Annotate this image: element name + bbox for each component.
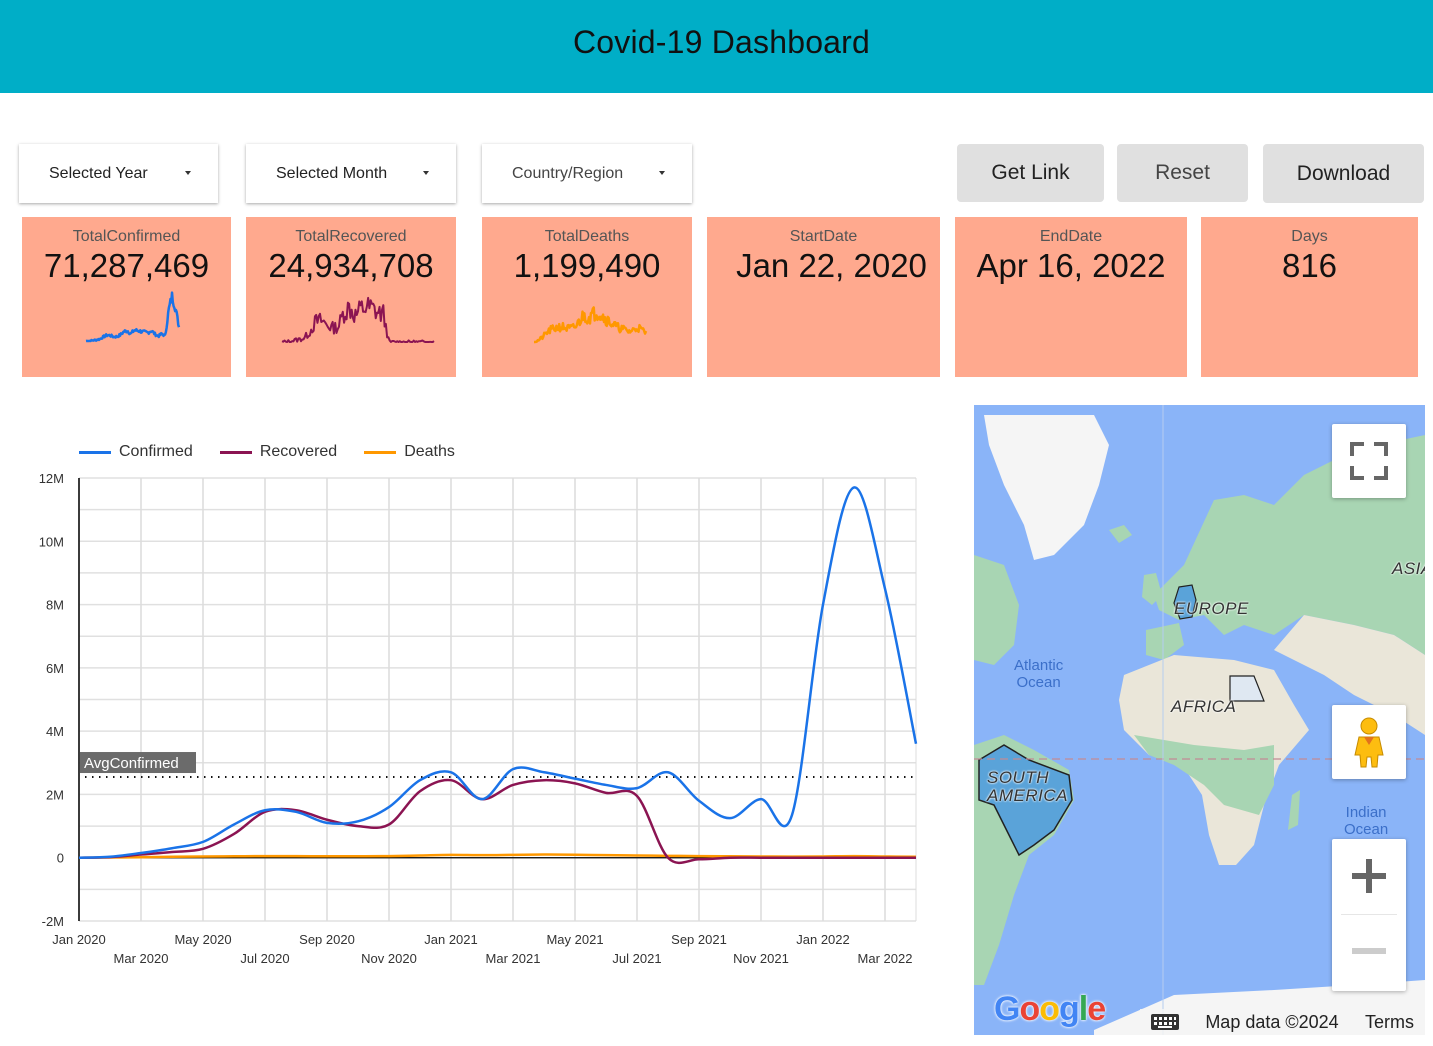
x-tick-label: Sep 2020 bbox=[299, 932, 355, 947]
iberia-landmass bbox=[1146, 623, 1184, 660]
google-logo: Google bbox=[994, 990, 1106, 1028]
legend-item-confirmed[interactable]: Confirmed bbox=[79, 443, 193, 461]
chart-legend: Confirmed Recovered Deaths bbox=[79, 443, 482, 461]
keyboard-icon bbox=[1151, 1014, 1179, 1030]
minus-icon bbox=[1352, 948, 1386, 954]
x-tick-label: Nov 2021 bbox=[733, 951, 789, 966]
country-region-label: Country/Region bbox=[512, 164, 624, 182]
y-tick-label: 4M bbox=[46, 724, 64, 739]
caret-down-icon bbox=[423, 171, 429, 175]
x-tick-label: Mar 2022 bbox=[858, 951, 913, 966]
south-america-label: SOUTH AMERICA bbox=[987, 768, 1068, 805]
legend-swatch bbox=[79, 450, 111, 454]
kpi-value: Jan 22, 2020 bbox=[736, 247, 927, 284]
country-region-dropdown[interactable]: Country/Region bbox=[482, 144, 692, 203]
x-tick-label: Jan 2022 bbox=[796, 932, 850, 947]
atlantic-ocean-label: Atlantic Ocean bbox=[1014, 657, 1064, 691]
deaths-sparkline bbox=[533, 306, 648, 344]
madagascar-landmass bbox=[1288, 790, 1300, 830]
terms-link[interactable]: Terms bbox=[1354, 1009, 1425, 1035]
plus-icon bbox=[1352, 859, 1386, 893]
kpi-label: EndDate bbox=[1039, 228, 1103, 245]
selected-year-dropdown[interactable]: Selected Year bbox=[19, 144, 218, 203]
legend-swatch bbox=[219, 450, 252, 454]
geo-map[interactable]: Atlantic Ocean Indian Ocean EUROPE AFRICA … bbox=[974, 405, 1425, 1035]
selected-year-label: Selected Year bbox=[49, 164, 148, 182]
fullscreen-button[interactable] bbox=[1332, 424, 1406, 498]
avg-confirmed-label-bg bbox=[80, 752, 196, 774]
caret-down-icon bbox=[185, 171, 191, 175]
zoom-in-button[interactable] bbox=[1332, 839, 1406, 913]
selected-month-dropdown[interactable]: Selected Month bbox=[246, 144, 456, 203]
legend-label: Confirmed bbox=[119, 443, 193, 460]
y-tick-label: 12M bbox=[39, 471, 64, 486]
confirmed-sparkline bbox=[85, 291, 181, 343]
africa-label: AFRICA bbox=[1171, 697, 1237, 716]
avg-confirmed-label: AvgConfirmed bbox=[84, 755, 179, 772]
y-tick-label: 6M bbox=[46, 661, 64, 676]
x-tick-label: Mar 2020 bbox=[114, 951, 169, 966]
caret-down-icon bbox=[659, 171, 665, 175]
kpi-total-confirmed: TotalConfirmed 71,287,469 bbox=[22, 217, 231, 377]
get-link-button[interactable]: Get Link bbox=[957, 144, 1104, 202]
zoom-controls bbox=[1332, 839, 1406, 991]
kpi-end-date: EndDate Apr 16, 2022 bbox=[955, 217, 1187, 377]
canada-landmass bbox=[974, 555, 1019, 665]
page-title: Covid-19 Dashboard bbox=[572, 24, 871, 60]
zoom-out-button[interactable] bbox=[1332, 916, 1406, 990]
download-button[interactable]: Download bbox=[1263, 144, 1424, 203]
kpi-label: Days bbox=[1291, 228, 1328, 245]
x-tick-label: May 2020 bbox=[174, 932, 231, 947]
legend-label: Recovered bbox=[259, 443, 338, 460]
legend-item-recovered[interactable]: Recovered bbox=[219, 443, 338, 461]
y-tick-label: 2M bbox=[46, 787, 64, 802]
y-tick-label: 10M bbox=[39, 534, 64, 549]
keyboard-shortcuts-button[interactable] bbox=[1140, 1009, 1190, 1035]
greenland-landmass bbox=[984, 415, 1109, 560]
series-line-deaths bbox=[78, 853, 917, 859]
x-tick-label: May 2021 bbox=[546, 932, 603, 947]
indian-ocean-label: Indian Ocean bbox=[1344, 804, 1389, 838]
kpi-days: Days 816 bbox=[1201, 217, 1418, 377]
legend-swatch bbox=[364, 450, 397, 454]
y-tick-label: -2M bbox=[42, 914, 64, 929]
street-view-button[interactable] bbox=[1332, 705, 1406, 779]
asia-label: ASIA bbox=[1392, 559, 1425, 578]
map-attribution: Map data ©2024 bbox=[1192, 1009, 1352, 1035]
x-tick-label: Mar 2021 bbox=[486, 951, 541, 966]
x-tick-label: Nov 2020 bbox=[361, 951, 417, 966]
x-tick-label: Jul 2020 bbox=[240, 951, 289, 966]
x-tick-label: Jan 2020 bbox=[52, 932, 106, 947]
x-tick-label: Jan 2021 bbox=[424, 932, 478, 947]
selected-month-label: Selected Month bbox=[276, 164, 388, 182]
fullscreen-icon bbox=[1350, 442, 1388, 480]
kpi-start-date: StartDate Jan 22, 2020 bbox=[707, 217, 940, 377]
kpi-value: Apr 16, 2022 bbox=[976, 247, 1166, 284]
x-tick-label: Sep 2021 bbox=[671, 932, 727, 947]
legend-item-deaths[interactable]: Deaths bbox=[364, 443, 455, 461]
recovered-sparkline bbox=[281, 296, 435, 343]
x-tick-label: Jul 2021 bbox=[612, 951, 661, 966]
europe-label: EUROPE bbox=[1174, 599, 1249, 618]
y-tick-label: 8M bbox=[46, 598, 64, 613]
kpi-value: 816 bbox=[1281, 247, 1338, 284]
y-tick-label: 0 bbox=[57, 851, 64, 866]
kpi-total-recovered: TotalRecovered 24,934,708 bbox=[246, 217, 456, 377]
pegman-icon bbox=[1354, 717, 1384, 768]
legend-label: Deaths bbox=[404, 443, 455, 460]
kpi-label: StartDate bbox=[789, 228, 858, 245]
zoom-divider bbox=[1341, 914, 1397, 915]
dashboard-header: Covid-19 Dashboard bbox=[0, 0, 1433, 93]
series-line-confirmed bbox=[78, 486, 918, 859]
kpi-total-deaths: TotalDeaths 1,199,490 bbox=[482, 217, 692, 377]
iceland-landmass bbox=[1109, 525, 1132, 543]
series-line-recovered bbox=[78, 778, 916, 865]
reset-button[interactable]: Reset bbox=[1117, 144, 1248, 202]
